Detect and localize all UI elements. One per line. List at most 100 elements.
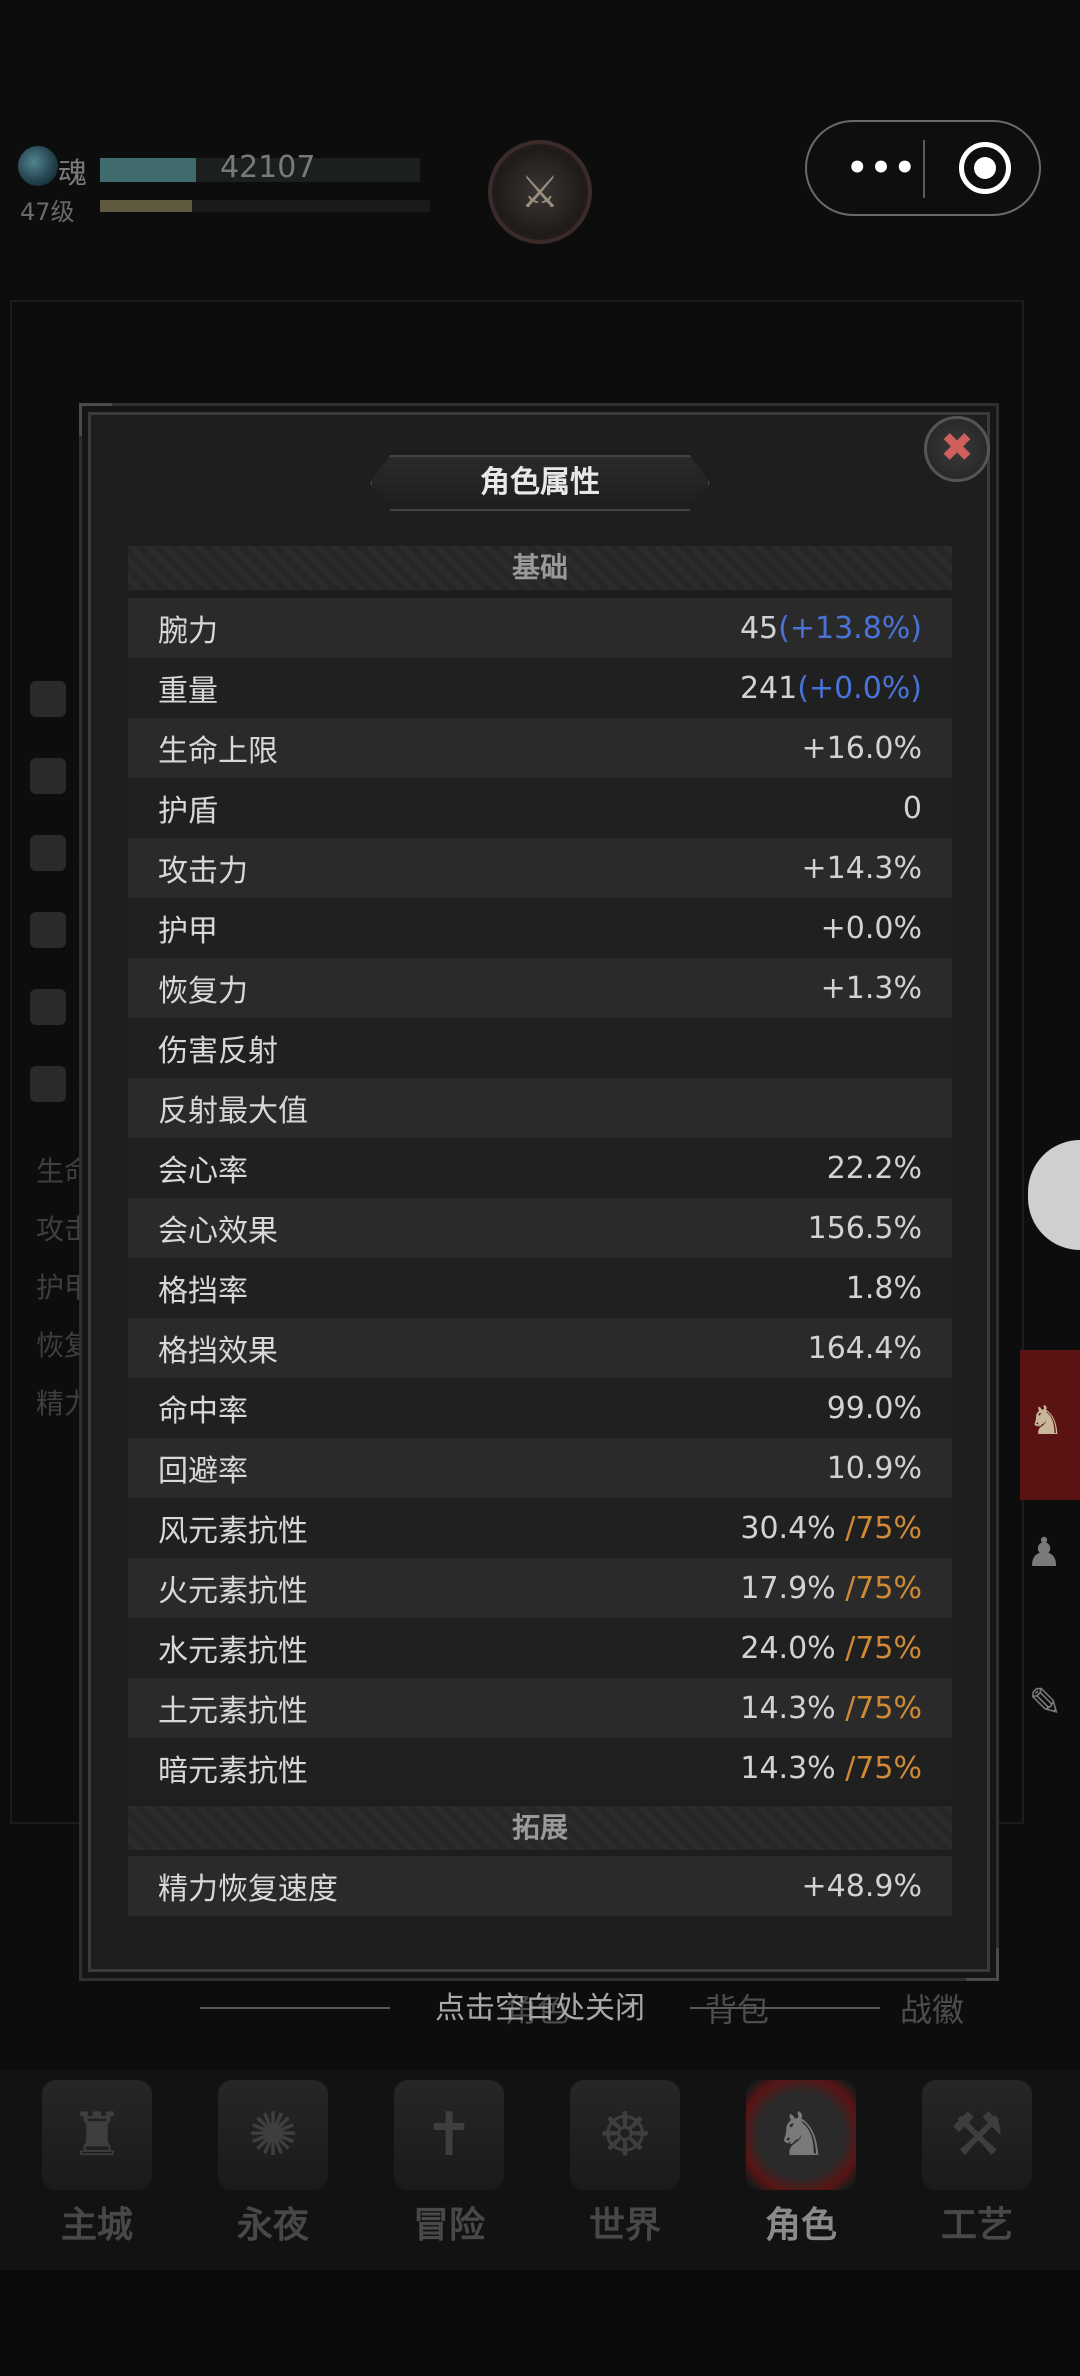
- attribute-value: +1.3%: [820, 970, 922, 1006]
- attribute-name: 格挡率: [158, 1274, 248, 1309]
- soul-bar-fill: [100, 158, 196, 182]
- attribute-name: 命中率: [158, 1394, 248, 1429]
- stat-icon: [30, 911, 66, 948]
- nav-item-label: 世界: [588, 2205, 661, 2246]
- section-extended-header: 拓展: [128, 1806, 952, 1850]
- nav-item-world-wheel[interactable]: ☸ 世界: [550, 2070, 700, 2270]
- castle-icon: ♜: [42, 2080, 152, 2190]
- attribute-value: 156.5%: [807, 1210, 922, 1246]
- attribute-row: 攻击力 +14.3%: [128, 838, 952, 898]
- side-avatar-icon[interactable]: [1028, 1140, 1080, 1250]
- hammer-icon: ⚒: [922, 2080, 1032, 2190]
- nav-item-adventure[interactable]: ✝ 冒险: [374, 2070, 524, 2270]
- stat-icon: [30, 757, 66, 794]
- close-miniapp-icon[interactable]: [959, 142, 1011, 194]
- attribute-name: 精力恢复速度: [158, 1872, 338, 1907]
- attribute-row: 暗元素抗性 14.3% /75%: [128, 1738, 952, 1798]
- attribute-value: 0: [902, 790, 922, 826]
- attribute-bonus: (+0.0%): [797, 670, 922, 706]
- attribute-name: 护甲: [158, 914, 218, 949]
- attribute-name: 伤害反射: [158, 1034, 278, 1069]
- stat-icon: [30, 988, 66, 1025]
- attribute-row: 反射最大值: [128, 1078, 952, 1138]
- attribute-row: 命中率 99.0%: [128, 1378, 952, 1438]
- attribute-value: +14.3%: [801, 850, 922, 886]
- attribute-name: 水元素抗性: [158, 1634, 308, 1669]
- attribute-name: 反射最大值: [158, 1094, 308, 1129]
- attribute-value: 99.0%: [826, 1390, 922, 1426]
- attribute-cap: /75%: [845, 1750, 922, 1786]
- attribute-name: 火元素抗性: [158, 1574, 308, 1609]
- attribute-row: 腕力 45(+13.8%): [128, 598, 952, 658]
- dialog-title: 角色属性: [480, 465, 600, 500]
- xp-bar-fill: [100, 200, 193, 212]
- attribute-row: 格挡效果 164.4%: [128, 1318, 952, 1378]
- attribute-value: +0.0%: [820, 910, 922, 946]
- attribute-row: 护盾 0: [128, 778, 952, 838]
- nav-item-castle[interactable]: ♜ 主城: [22, 2070, 172, 2270]
- miniapp-capsule[interactable]: •••: [805, 120, 1041, 216]
- soul-value: 42107: [220, 150, 316, 185]
- basic-attribute-list: 腕力 45(+13.8%) 重量 241(+0.0%) 生命上限 +16.0% 护盾 0 攻击力…: [128, 598, 952, 1798]
- attribute-row: 火元素抗性 17.9% /75%: [128, 1558, 952, 1618]
- nav-item-hammer[interactable]: ⚒ 工艺: [902, 2070, 1052, 2270]
- attribute-cap: /75%: [845, 1510, 922, 1546]
- attribute-row: 精力恢复速度 +48.9%: [128, 1856, 952, 1916]
- adventure-icon: ✝: [394, 2080, 504, 2190]
- attribute-value: 17.9% /75%: [740, 1570, 922, 1606]
- emblem-side-tab[interactable]: ♞: [1020, 1350, 1080, 1500]
- attribute-name: 会心效果: [158, 1214, 278, 1249]
- attribute-value: 241(+0.0%): [739, 670, 922, 706]
- nav-item-helmet[interactable]: ♞ 角色: [726, 2070, 876, 2270]
- nav-item-label: 角色: [764, 2205, 837, 2246]
- attribute-value: 22.2%: [826, 1150, 922, 1186]
- attribute-row: 会心率 22.2%: [128, 1138, 952, 1198]
- attribute-value: 164.4%: [807, 1330, 922, 1366]
- attribute-value: 10.9%: [826, 1450, 922, 1486]
- attribute-value: 1.8%: [845, 1270, 922, 1306]
- attribute-bonus: (+13.8%): [778, 610, 922, 646]
- attribute-name: 格挡效果: [158, 1334, 278, 1369]
- attribute-name: 暗元素抗性: [158, 1754, 308, 1789]
- stat-icon: [30, 680, 66, 717]
- nav-item-label: 工艺: [940, 2205, 1013, 2246]
- section-basic-header: 基础: [128, 546, 952, 590]
- soul-icon: [18, 146, 58, 186]
- attribute-row: 回避率 10.9%: [128, 1438, 952, 1498]
- close-dialog-button[interactable]: ✖: [924, 416, 990, 482]
- edit-icon[interactable]: ✎: [1028, 1680, 1062, 1726]
- attribute-name: 重量: [158, 674, 218, 709]
- attribute-cap: /75%: [845, 1570, 922, 1606]
- attribute-name: 腕力: [158, 614, 218, 649]
- attribute-value: +16.0%: [801, 730, 922, 766]
- attribute-row: 生命上限 +16.0%: [128, 718, 952, 778]
- attribute-value: 45(+13.8%): [739, 610, 922, 646]
- attribute-name: 攻击力: [158, 854, 248, 889]
- attribute-row: 伤害反射: [128, 1018, 952, 1078]
- attribute-name: 土元素抗性: [158, 1694, 308, 1729]
- attribute-row: 土元素抗性 14.3% /75%: [128, 1678, 952, 1738]
- nav-item-eternal-night[interactable]: ✺ 永夜: [198, 2070, 348, 2270]
- attribute-value: 14.3% /75%: [740, 1690, 922, 1726]
- attribute-cap: /75%: [845, 1690, 922, 1726]
- nav-item-label: 冒险: [412, 2205, 485, 2246]
- xp-bar: [100, 200, 430, 212]
- attribute-name: 回避率: [158, 1454, 248, 1489]
- chess-pawn-icon[interactable]: ♟: [1026, 1530, 1062, 1576]
- attribute-cap: /75%: [845, 1630, 922, 1666]
- attribute-value: 14.3% /75%: [740, 1750, 922, 1786]
- attribute-name: 恢复力: [158, 974, 248, 1009]
- nav-item-label: 主城: [60, 2205, 133, 2246]
- helmet-icon: ♞: [746, 2080, 856, 2190]
- world-wheel-icon: ☸: [570, 2080, 680, 2190]
- eternal-night-icon: ✺: [218, 2080, 328, 2190]
- attribute-row: 护甲 +0.0%: [128, 898, 952, 958]
- nav-item-label: 永夜: [236, 2205, 309, 2246]
- level-label: 47级: [20, 198, 75, 226]
- more-icon[interactable]: •••: [837, 148, 927, 188]
- attribute-name: 护盾: [158, 794, 218, 829]
- attribute-value: 30.4% /75%: [740, 1510, 922, 1546]
- close-hint[interactable]: 点击空白处关闭: [0, 1983, 1080, 2027]
- axe-emblem-icon[interactable]: ⚔: [488, 140, 592, 244]
- stat-icon: [30, 1065, 66, 1102]
